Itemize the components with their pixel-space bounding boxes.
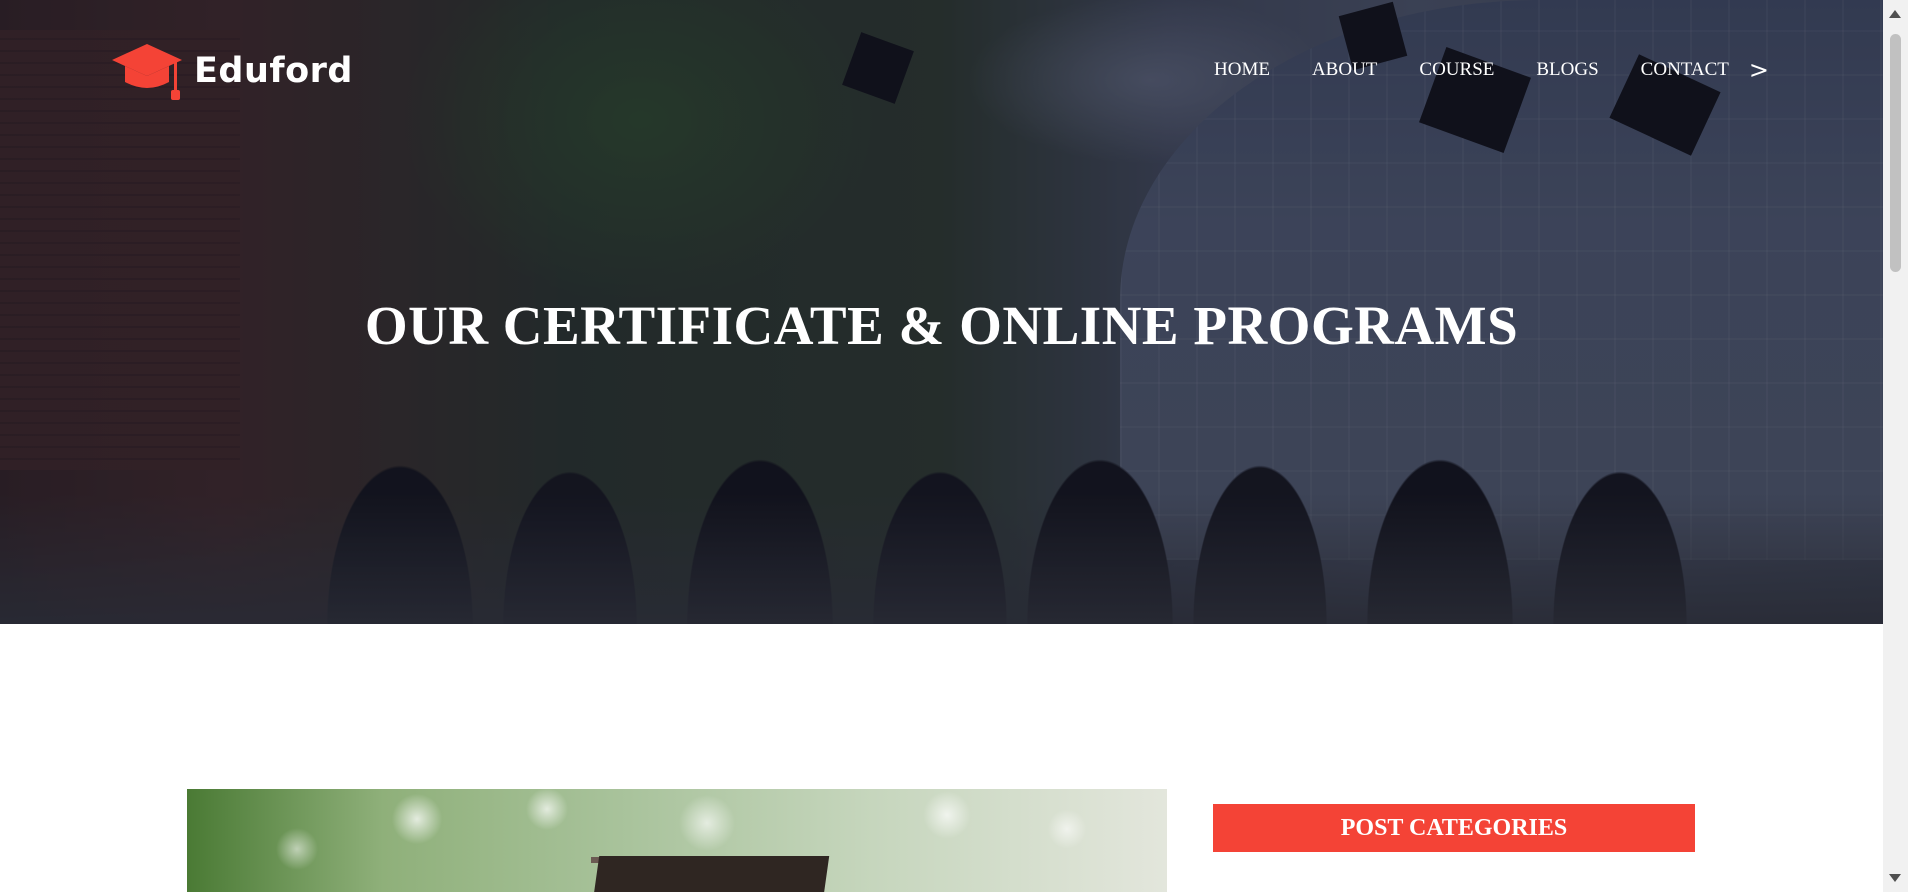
brand-logo[interactable]: Eduford xyxy=(110,40,353,102)
blog-post-image xyxy=(187,789,1167,892)
nav-contact[interactable]: CONTACT xyxy=(1641,59,1729,81)
nav-home[interactable]: HOME xyxy=(1214,59,1270,81)
page-title: OUR CERTIFICATE & ONLINE PROGRAMS xyxy=(364,295,1519,356)
brand-name: Eduford xyxy=(194,51,353,91)
nav-blogs[interactable]: BLOGS xyxy=(1536,59,1598,81)
menu-toggle-icon[interactable]: > xyxy=(1749,58,1769,82)
scrollbar-thumb[interactable] xyxy=(1890,34,1901,272)
scroll-down-icon[interactable] xyxy=(1889,874,1901,882)
main-navigation: HOME ABOUT COURSE BLOGS CONTACT > xyxy=(1214,58,1769,82)
post-categories-heading: POST CATEGORIES xyxy=(1213,804,1695,852)
image-detail xyxy=(590,856,830,892)
nav-course[interactable]: COURSE xyxy=(1419,59,1494,81)
page-scrollbar[interactable] xyxy=(1883,0,1908,892)
nav-about[interactable]: ABOUT xyxy=(1312,59,1377,81)
graduation-cap-icon xyxy=(112,44,182,100)
scroll-up-icon[interactable] xyxy=(1889,10,1901,18)
